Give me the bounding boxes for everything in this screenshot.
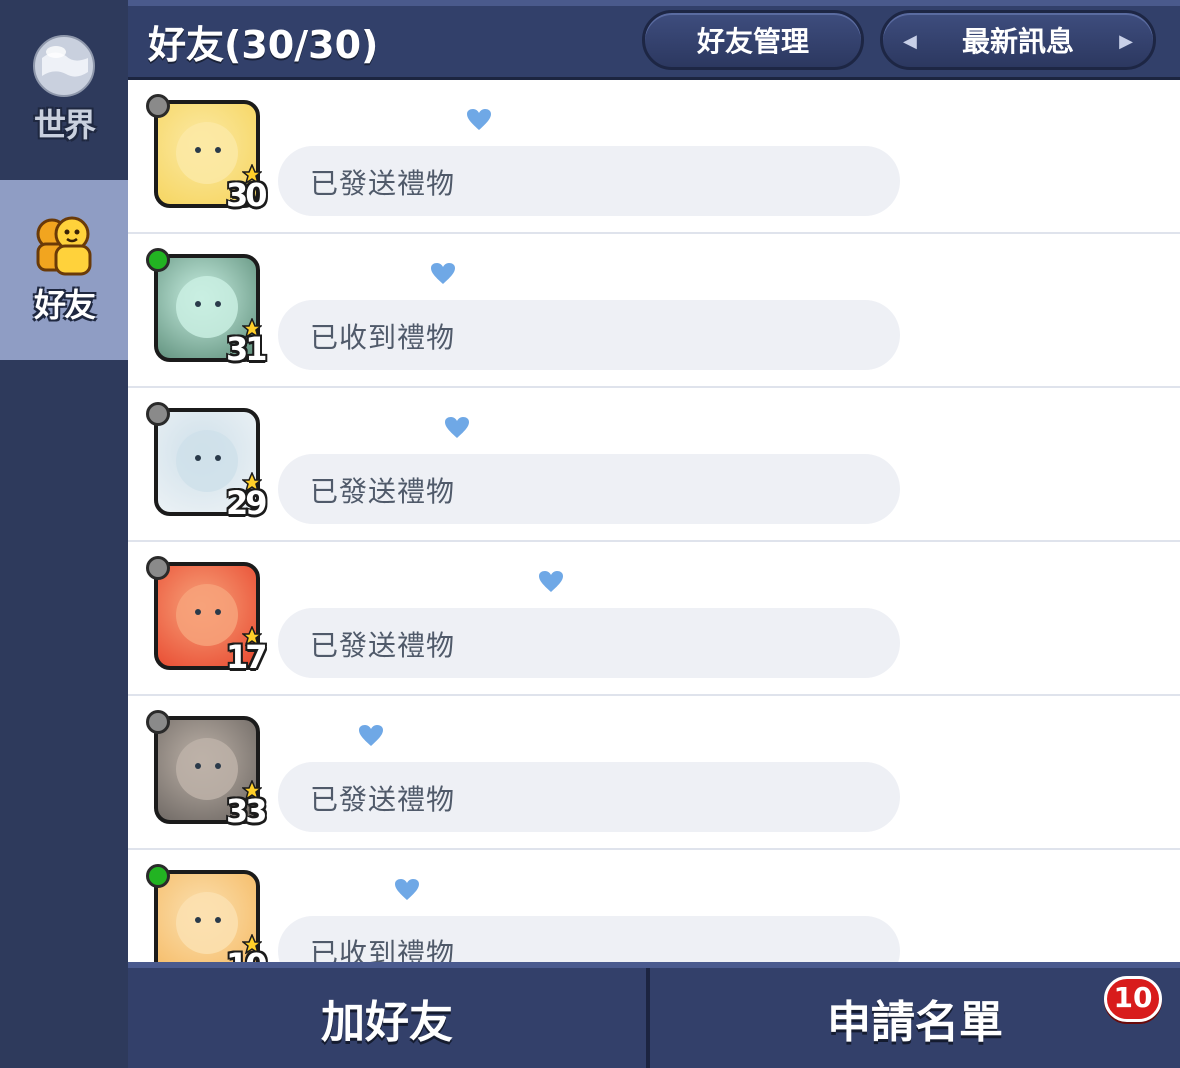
gift-status-text: 已發送禮物	[310, 167, 456, 200]
status-dot	[146, 248, 170, 272]
arrow-left-icon[interactable]: ◀	[903, 31, 917, 52]
gift-status-pill: 已發送禮物	[278, 146, 900, 216]
level-number: 17	[226, 638, 267, 676]
level-badge: 10	[222, 934, 274, 962]
friend-row[interactable]: 30 已發送禮物	[128, 80, 1180, 234]
header: 好友(30/30) 好友管理 ◀ 最新訊息 ▶	[128, 0, 1180, 80]
gift-status-text: 已發送禮物	[310, 475, 456, 508]
level-badge: 31	[222, 318, 274, 368]
status-dot	[146, 402, 170, 426]
status-dot	[146, 710, 170, 734]
cookie-eyes-icon	[195, 763, 221, 769]
gift-status-text: 已收到禮物	[310, 321, 456, 354]
status-dot	[146, 864, 170, 888]
status-dot	[146, 556, 170, 580]
gift-status-pill: 已發送禮物	[278, 762, 900, 832]
cookie-eyes-icon	[195, 917, 221, 923]
request-count-badge: 10	[1104, 976, 1162, 1022]
friend-row[interactable]: 29 已發送禮物	[128, 388, 1180, 542]
level-badge: 29	[222, 472, 274, 522]
globe-icon	[32, 34, 96, 98]
friend-manage-button[interactable]: 好友管理	[642, 10, 864, 70]
arrow-right-icon[interactable]: ▶	[1119, 31, 1133, 52]
friend-row[interactable]: 31 已收到禮物	[128, 234, 1180, 388]
gift-status-pill: 已收到禮物	[278, 300, 900, 370]
heart-icon	[431, 263, 455, 284]
level-badge: 30	[222, 164, 274, 214]
gift-status-pill: 已發送禮物	[278, 608, 900, 678]
heart-icon	[359, 725, 383, 746]
cookie-eyes-icon	[195, 609, 221, 615]
cookie-eyes-icon	[195, 455, 221, 461]
friend-row[interactable]: 33 已發送禮物	[128, 696, 1180, 850]
gift-status-text: 已收到禮物	[310, 937, 456, 962]
friend-list[interactable]: 30 已發送禮物 31 已收到禮物 29 已發送禮物 17 已發送禮物 33 已…	[128, 80, 1180, 962]
sidebar-tab-world[interactable]: 世界	[0, 0, 128, 180]
cookie-eyes-icon	[195, 147, 221, 153]
heart-icon	[395, 879, 419, 900]
level-number: 30	[226, 176, 267, 214]
friend-manage-label: 好友管理	[696, 25, 809, 58]
friend-row[interactable]: 10 已收到禮物	[128, 850, 1180, 962]
sidebar: 世界 好友	[0, 0, 128, 1068]
gift-status-pill: 已收到禮物	[278, 916, 900, 962]
sidebar-tab-friends[interactable]: 好友	[0, 180, 128, 360]
gift-status-pill: 已發送禮物	[278, 454, 900, 524]
gift-status-text: 已發送禮物	[310, 629, 456, 662]
friend-row[interactable]: 17 已發送禮物	[128, 542, 1180, 696]
add-friend-button[interactable]: 加好友	[128, 968, 646, 1068]
level-badge: 17	[222, 626, 274, 676]
sidebar-tab-friends-label: 好友	[33, 286, 96, 324]
level-badge: 33	[222, 780, 274, 830]
level-number: 10	[226, 946, 267, 962]
sidebar-tab-world-label: 世界	[33, 106, 96, 144]
heart-icon	[445, 417, 469, 438]
latest-news-button[interactable]: ◀ 最新訊息 ▶	[880, 10, 1156, 70]
page-title: 好友(30/30)	[148, 23, 379, 67]
heart-icon	[467, 109, 491, 130]
heart-icon	[539, 571, 563, 592]
latest-news-label: 最新訊息	[961, 25, 1074, 58]
level-number: 33	[226, 792, 267, 830]
level-number: 31	[226, 330, 267, 368]
status-dot	[146, 94, 170, 118]
cookie-eyes-icon	[195, 301, 221, 307]
bottom-bar: 加好友 申請名單 10	[128, 962, 1180, 1068]
request-list-button[interactable]: 申請名單	[650, 968, 1180, 1068]
level-number: 29	[226, 484, 267, 522]
gift-status-text: 已發送禮物	[310, 783, 456, 816]
friends-icon	[32, 214, 96, 278]
